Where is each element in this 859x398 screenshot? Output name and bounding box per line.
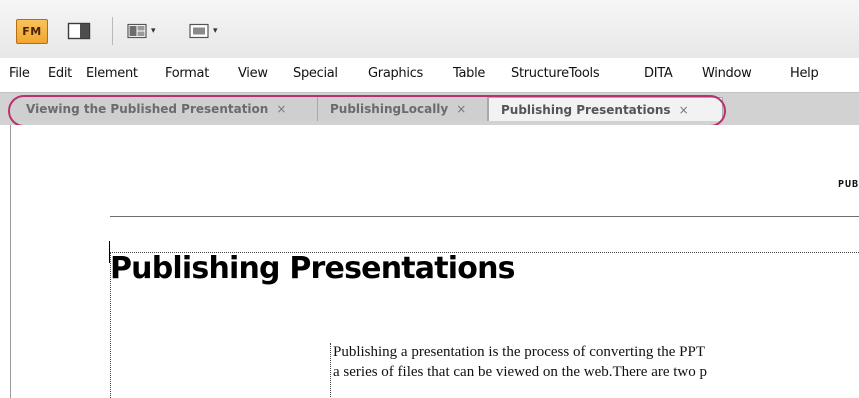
running-header: PUB bbox=[837, 179, 859, 190]
screen-mode-button[interactable]: ▾ bbox=[189, 21, 218, 41]
close-icon[interactable]: × bbox=[276, 102, 286, 116]
menu-table[interactable]: Table bbox=[453, 66, 485, 81]
menu-edit[interactable]: Edit bbox=[48, 66, 72, 81]
toolbar-separator bbox=[112, 17, 113, 45]
menu-graphics[interactable]: Graphics bbox=[368, 66, 423, 81]
body-paragraph[interactable]: Publishing a presentation is the process… bbox=[333, 342, 859, 382]
body-line: a series of files that can be viewed on … bbox=[333, 364, 708, 380]
chevron-down-icon: ▾ bbox=[213, 26, 218, 36]
app-logo-icon[interactable]: FM bbox=[16, 19, 48, 44]
screen-mode-icon bbox=[189, 23, 209, 39]
tab-label: Publishing Presentations bbox=[501, 102, 671, 117]
page-frame-edge bbox=[10, 125, 11, 398]
document-title[interactable]: Publishing Presentations bbox=[110, 251, 515, 286]
panel-toggle-button[interactable] bbox=[67, 21, 91, 41]
menu-view[interactable]: View bbox=[238, 66, 268, 81]
tab-label: PublishingLocally bbox=[330, 102, 449, 116]
tab-label: Viewing the Published Presentation bbox=[26, 102, 269, 116]
close-icon[interactable]: × bbox=[456, 102, 466, 116]
document-canvas[interactable]: PUB Publishing Presentations Publishing … bbox=[0, 125, 859, 398]
menu-element[interactable]: Element bbox=[86, 66, 138, 81]
menu-special[interactable]: Special bbox=[293, 66, 338, 81]
menu-window[interactable]: Window bbox=[702, 66, 752, 81]
menu-dita[interactable]: DITA bbox=[644, 66, 673, 81]
chevron-down-icon: ▾ bbox=[151, 26, 156, 36]
tab-publishing-presentations[interactable]: Publishing Presentations × bbox=[488, 97, 723, 121]
header-rule bbox=[110, 216, 859, 217]
layout-menu-button[interactable]: ▾ bbox=[127, 21, 156, 41]
menu-bar: File Edit Element Format View Special Gr… bbox=[0, 58, 859, 92]
toolbar: FM ▾ ▾ bbox=[0, 0, 859, 59]
body-line: Publishing a presentation is the process… bbox=[333, 344, 706, 360]
panel-toggle-icon bbox=[67, 22, 91, 40]
document-tab-bar: Viewing the Published Presentation × Pub… bbox=[0, 92, 859, 126]
tab-viewing-published-presentation[interactable]: Viewing the Published Presentation × bbox=[12, 97, 318, 121]
menu-structuretools[interactable]: StructureTools bbox=[511, 66, 600, 81]
tab-publishing-locally[interactable]: PublishingLocally × bbox=[318, 97, 488, 121]
text-frame-border bbox=[330, 343, 331, 398]
menu-format[interactable]: Format bbox=[165, 66, 209, 81]
layout-menu-icon bbox=[127, 23, 147, 39]
menu-file[interactable]: File bbox=[9, 66, 30, 81]
close-icon[interactable]: × bbox=[679, 103, 689, 117]
menu-help[interactable]: Help bbox=[790, 66, 819, 81]
